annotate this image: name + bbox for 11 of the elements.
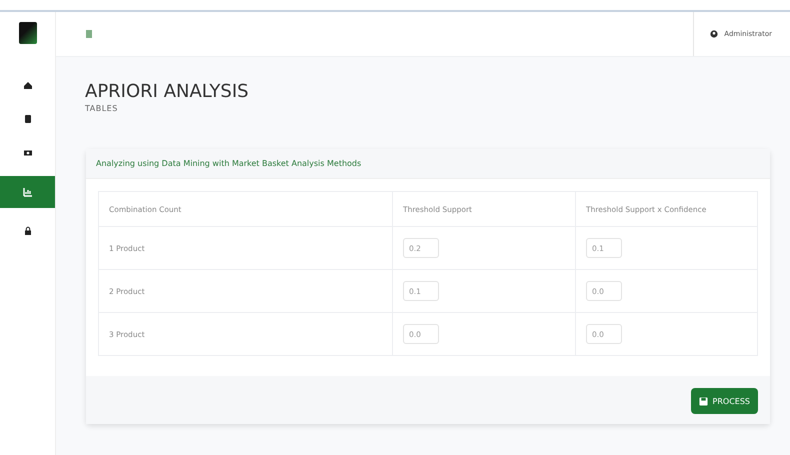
card-header: Analyzing using Data Mining with Market Basket Analysis Methods <box>86 149 770 179</box>
user-icon <box>710 30 718 38</box>
page-subtitle: TABLES <box>85 104 119 113</box>
logo-icon <box>19 22 37 44</box>
save-icon <box>698 396 708 406</box>
money-icon <box>22 148 32 158</box>
lock-icon <box>22 226 32 236</box>
process-button[interactable]: PROCESS <box>690 388 758 414</box>
page-title: APRIORI ANALYSIS <box>85 81 250 102</box>
chart-icon <box>22 187 32 197</box>
home-icon <box>22 80 32 90</box>
